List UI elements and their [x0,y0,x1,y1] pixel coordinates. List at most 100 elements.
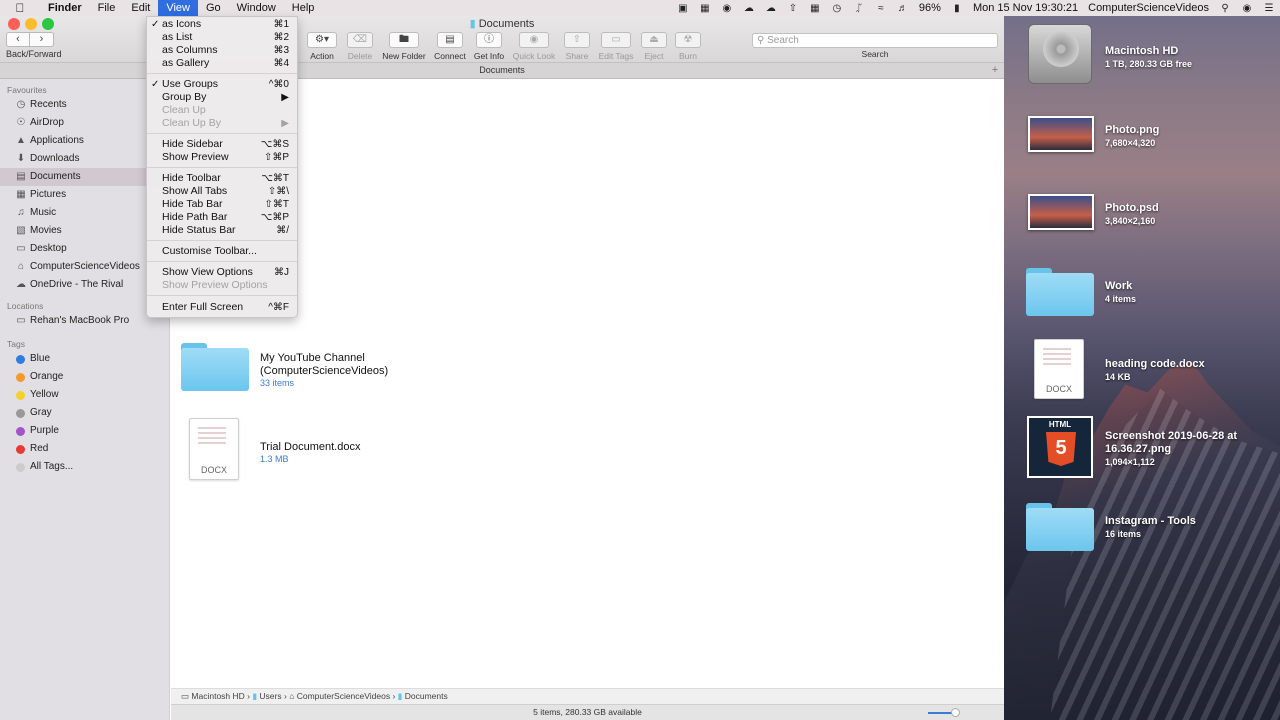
sidebar-item-macbook[interactable]: ▭ Rehan's MacBook Pro [0,312,170,330]
apple-menu-icon[interactable]:  [0,1,40,15]
desktop-item-name[interactable]: Photo.psd [1105,202,1159,214]
file-name[interactable]: Trial Document.docx [260,441,360,453]
time-machine-icon[interactable]: ◷ [826,3,848,14]
file-name-line2[interactable]: (ComputerScienceVideos) [260,365,388,377]
sidebar-item-onedrive[interactable]: ☁ OneDrive - The Rival [0,276,170,294]
spotlight-icon[interactable]: ⚲ [1214,3,1236,14]
sidebar-item-documents[interactable]: ▤ Documents [0,168,170,186]
html5-screenshot-icon[interactable]: HTML 5 [1027,416,1093,478]
menu-finder[interactable]: Finder [40,0,90,16]
menu-item-as-icons[interactable]: ✓ as Icons ⌘1 [147,18,297,31]
menu-item-enter-full-screen[interactable]: Enter Full Screen ^⌘F [147,301,297,314]
sidebar-item-applications[interactable]: ▲ Applications [0,132,170,150]
sidebar-item-movies[interactable]: ▧ Movies [0,222,170,240]
menu-item-hide-toolbar[interactable]: Hide Toolbar ⌥⌘T [147,172,297,185]
battery-icon[interactable]: ▮ [946,3,968,14]
menu-item-as-columns[interactable]: as Columns ⌘3 [147,44,297,57]
menu-window[interactable]: Window [229,0,284,16]
sidebar-tag-purple[interactable]: Purple [0,422,170,440]
desktop-item-name[interactable]: heading code.docx [1105,358,1205,370]
creative-cloud-icon[interactable]: ☁ [738,3,760,14]
sidebar-item-home[interactable]: ⌂ ComputerScienceVideos [0,258,170,276]
user-name[interactable]: ComputerScienceVideos [1083,2,1214,14]
menu-item-hide-status-bar[interactable]: Hide Status Bar ⌘/ [147,224,297,237]
menu-item-as-list[interactable]: as List ⌘2 [147,31,297,44]
desktop-item-name[interactable]: Screenshot 2019-06-28 at [1105,430,1237,442]
edit-tags-button[interactable]: ▭ Edit Tags [596,32,636,61]
burn-button[interactable]: ☢ Burn [674,32,702,61]
path-item[interactable]: Documents [405,691,448,701]
menu-item-customise-toolbar[interactable]: Customise Toolbar... [147,245,297,258]
desktop-item-name[interactable]: Macintosh HD [1105,45,1178,57]
menu-go[interactable]: Go [198,0,229,16]
sidebar-item-desktop[interactable]: ▭ Desktop [0,240,170,258]
docx-file-icon[interactable]: DOCX [189,418,239,480]
wifi-icon[interactable]: ≈ [870,3,892,14]
cloud-icon[interactable]: ☁ [760,3,782,14]
get-info-button[interactable]: ⓘ Get Info [472,32,506,61]
siri-icon[interactable]: ◉ [1236,3,1258,14]
folder-icon[interactable] [181,343,249,391]
menu-view[interactable]: View [158,0,198,16]
sidebar-item-airdrop[interactable]: ☉ AirDrop [0,114,170,132]
grid-icon[interactable]: ▦ [804,3,826,14]
slider-knob[interactable] [951,708,960,717]
sidebar-item-pictures[interactable]: ▦ Pictures [0,186,170,204]
menu-item-group-by[interactable]: Group By ▶ [147,91,297,104]
desktop-item-name[interactable]: Instagram - Tools [1105,515,1196,527]
action-button[interactable]: ⚙▾ Action [306,32,338,61]
sidebar-tag-yellow[interactable]: Yellow [0,386,170,404]
menu-file[interactable]: File [90,0,124,16]
menu-item-hide-path-bar[interactable]: Hide Path Bar ⌥⌘P [147,211,297,224]
desktop-item-name[interactable]: Photo.png [1105,124,1159,136]
eject-button[interactable]: ⏏ Eject [640,32,668,61]
search-input[interactable]: ⚲ Search [752,33,998,48]
hard-drive-icon[interactable] [1028,24,1092,84]
sidebar-item-downloads[interactable]: ⬇ Downloads [0,150,170,168]
menu-item-use-groups[interactable]: ✓ Use Groups ^⌘0 [147,78,297,91]
folder-icon[interactable] [1026,268,1094,316]
sidebar-tag-blue[interactable]: Blue [0,350,170,368]
sidebar-tag-gray[interactable]: Gray [0,404,170,422]
desktop-item-name[interactable]: Work [1105,280,1132,292]
desktop-item-name-line2[interactable]: 16.36.27.png [1105,443,1171,455]
sidebar-tag-orange[interactable]: Orange [0,368,170,386]
file-name[interactable]: My YouTube Channel [260,352,365,364]
share-button[interactable]: ⇧ Share [562,32,592,61]
volume-icon[interactable]: ♬ [892,3,914,14]
upload-icon[interactable]: ⇧ [782,3,804,14]
battery-percent[interactable]: 96% [914,2,946,14]
docx-file-icon[interactable]: DOCX [1034,339,1084,399]
menu-item-hide-tab-bar[interactable]: Hide Tab Bar ⇧⌘T [147,198,297,211]
back-button[interactable]: ‹ [6,32,30,47]
path-item[interactable]: ComputerScienceVideos [297,691,390,701]
notification-center-icon[interactable]: ☰ [1258,3,1280,14]
adobe-icon[interactable]: ▦ [694,3,716,14]
menu-item-show-all-tabs[interactable]: Show All Tabs ⇧⌘\ [147,185,297,198]
sidebar-tag-red[interactable]: Red [0,440,170,458]
quick-look-button[interactable]: ◉ Quick Look [510,32,558,61]
bluetooth-icon[interactable]: ᛢ [848,3,870,14]
menu-item-as-gallery[interactable]: as Gallery ⌘4 [147,57,297,70]
menu-item-hide-sidebar[interactable]: Hide Sidebar ⌥⌘S [147,138,297,151]
sidebar-item-music[interactable]: ♫ Music [0,204,170,222]
sidebar-item-recents[interactable]: ◷ Recents [0,96,170,114]
path-item[interactable]: Users [259,691,281,701]
image-thumbnail-icon[interactable] [1028,194,1094,230]
new-folder-button[interactable]: 🖿 New Folder [380,32,428,61]
menu-item-show-view-options[interactable]: Show View Options ⌘J [147,266,297,279]
connect-button[interactable]: ▤ Connect [432,32,468,61]
menu-item-show-preview[interactable]: Show Preview ⇧⌘P [147,151,297,164]
camera-icon[interactable]: ▣ [672,3,694,14]
delete-button[interactable]: ⌫ Delete [344,32,376,61]
game-icon[interactable]: ◉ [716,3,738,14]
menu-edit[interactable]: Edit [123,0,158,16]
menu-help[interactable]: Help [284,0,323,16]
forward-button[interactable]: › [30,32,54,47]
new-tab-button[interactable]: + [988,64,1002,77]
path-item[interactable]: Macintosh HD [191,691,244,701]
folder-icon[interactable] [1026,503,1094,551]
clock[interactable]: Mon 15 Nov 19:30:21 [968,2,1083,14]
image-thumbnail-icon[interactable] [1028,116,1094,152]
sidebar-all-tags[interactable]: All Tags... [0,458,170,476]
